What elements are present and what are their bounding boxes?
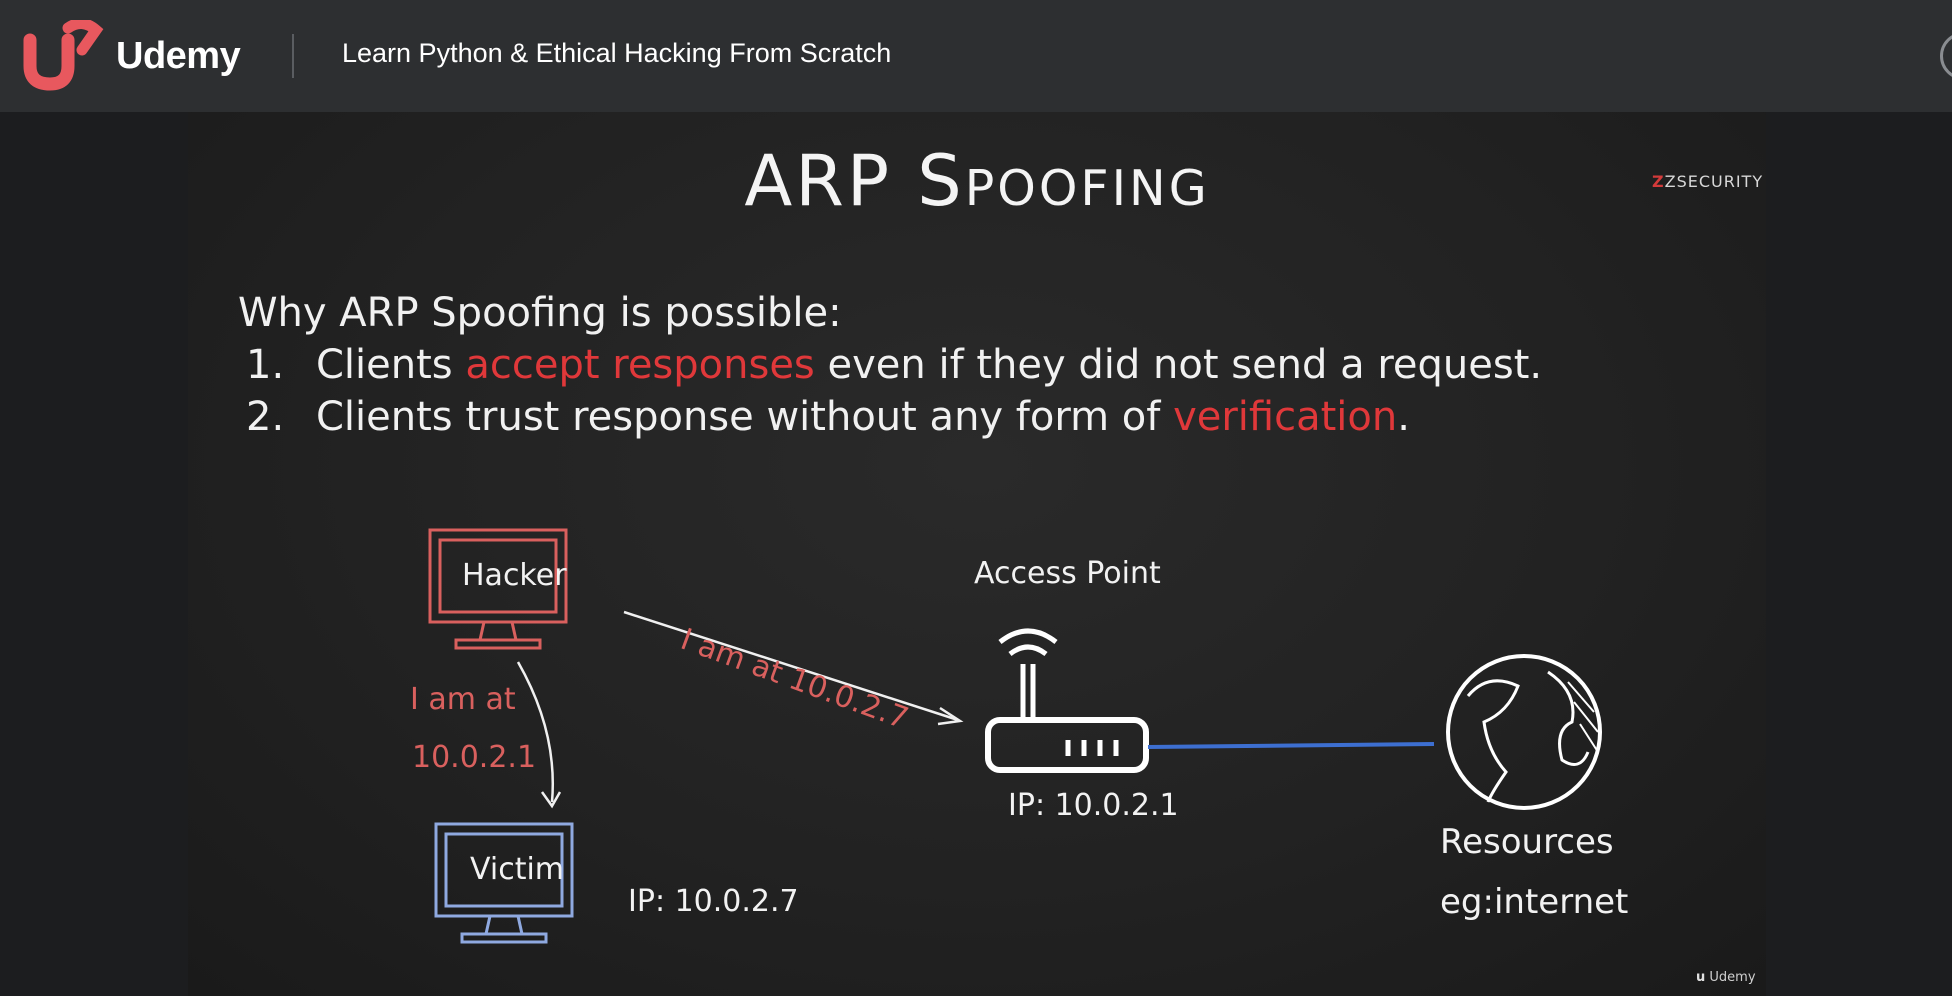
top-bar: Udemy Learn Python & Ethical Hacking Fro…	[0, 0, 1952, 112]
arrow-to-victim	[516, 661, 555, 803]
globe-icon	[1446, 654, 1602, 810]
udemy-watermark-icon: u	[1696, 970, 1706, 985]
access-point-ip: IP: 10.0.2.1	[1008, 788, 1179, 823]
course-title[interactable]: Learn Python & Ethical Hacking From Scra…	[342, 38, 891, 69]
resources-label: Resources	[1440, 822, 1614, 862]
udemy-logo-text: Udemy	[116, 34, 241, 77]
hacker-label: Hacker	[462, 558, 567, 593]
udemy-logo-icon	[23, 20, 104, 91]
victim-label: Victim	[470, 852, 565, 887]
arp-diagram	[428, 528, 1602, 944]
message-to-victim-line2: 10.0.2.1	[412, 740, 537, 775]
network-link	[1147, 742, 1435, 749]
lecture-slide: ARP Spoofing ZZSECURITY Why ARP Spoofing…	[188, 112, 1766, 996]
header-divider	[292, 34, 294, 78]
victim-ip: IP: 10.0.2.7	[628, 884, 799, 919]
progress-ring-icon[interactable]	[1940, 32, 1952, 80]
access-point-label: Access Point	[974, 556, 1161, 591]
udemy-watermark: u Udemy	[1696, 970, 1756, 985]
udemy-logo[interactable]: Udemy	[22, 20, 241, 92]
video-player[interactable]: ARP Spoofing ZZSECURITY Why ARP Spoofing…	[0, 112, 1952, 996]
resources-sub: eg:internet	[1440, 882, 1629, 922]
message-to-victim-line1: I am at	[410, 682, 516, 717]
router-icon	[985, 628, 1149, 773]
